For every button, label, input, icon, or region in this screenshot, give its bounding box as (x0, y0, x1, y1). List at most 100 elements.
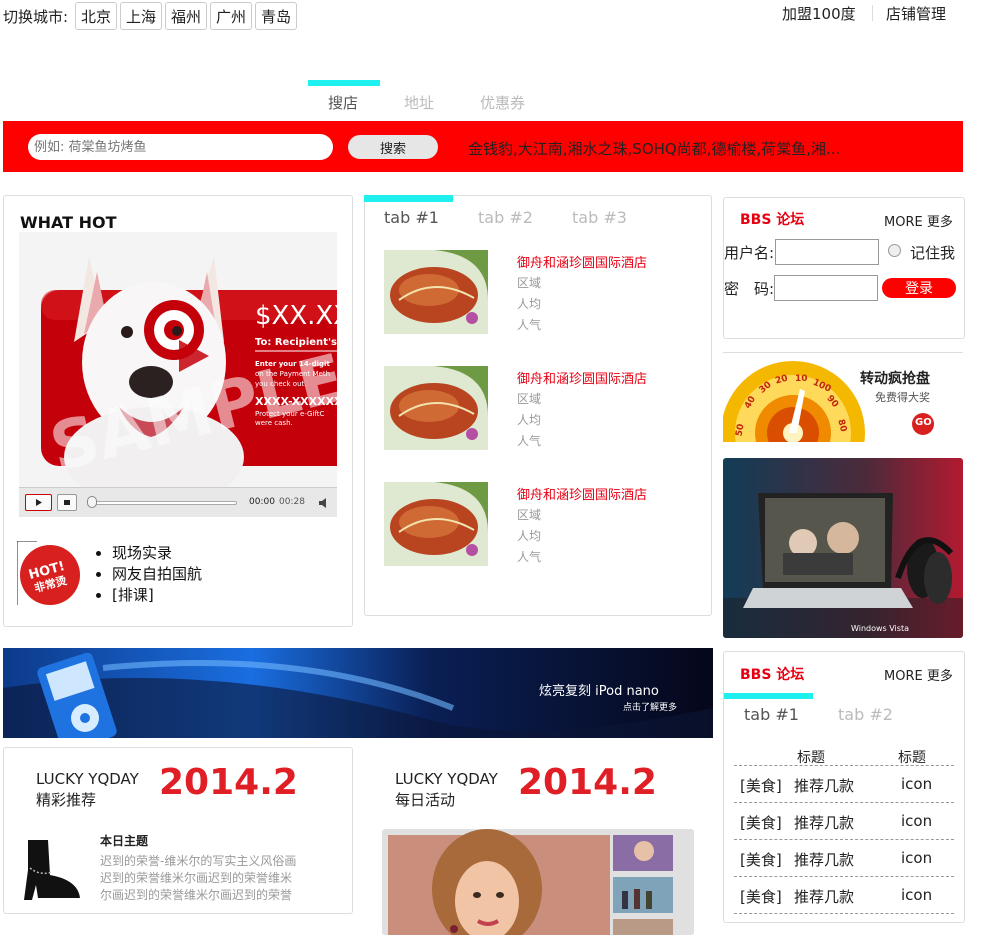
progress-track[interactable] (87, 501, 237, 505)
shop-manage-link[interactable]: 店铺管理 (886, 3, 946, 24)
food-thumbnail[interactable] (384, 366, 488, 450)
progress-handle[interactable] (87, 496, 97, 508)
remember-label: 记住我 (910, 244, 956, 262)
lucky-subtitle: 精彩推荐 (36, 791, 97, 809)
food-thumbnail[interactable] (384, 482, 488, 566)
table-row[interactable]: [美食] 推荐几款 icon (734, 766, 954, 803)
avg-label: 人均 (517, 413, 542, 427)
hot-badge-icon: HOT! 非常烫 (17, 541, 80, 605)
area-label: 区域 (517, 508, 542, 522)
video-controls: 00:00 00:28 (19, 487, 337, 517)
lucky-title: LUCKY YQDAY (36, 770, 139, 788)
row-icon: icon (901, 849, 933, 867)
area-label: 区域 (517, 392, 542, 406)
row-title[interactable]: 推荐几款 (794, 886, 854, 907)
table-row[interactable]: [美食] 推荐几款 icon (734, 803, 954, 840)
list-item[interactable]: 网友自拍国航 (112, 564, 202, 585)
row-title[interactable]: 推荐几款 (794, 775, 854, 796)
divider (872, 5, 873, 21)
activity-photos (388, 829, 673, 935)
go-button[interactable]: GO (915, 417, 932, 428)
row-tag: [美食] (740, 777, 782, 795)
popularity-label: 人气 (517, 318, 542, 332)
row-title[interactable]: 推荐几款 (794, 849, 854, 870)
wheel-ad-subtitle: 免费得大奖 (875, 391, 930, 404)
topic-title: 本日主题 (100, 834, 149, 848)
tab-coupon[interactable]: 优惠券 (480, 92, 525, 113)
tab-address[interactable]: 地址 (404, 92, 434, 113)
hot-list: 现场实录 网友自拍国航 [排课] (92, 543, 202, 606)
restaurant-meta: 区域 人均 人气 (517, 273, 541, 336)
play-button[interactable] (25, 494, 52, 511)
list-item[interactable]: [排课] (112, 585, 202, 606)
wheel-ad-title: 转动疯抢盘 (860, 371, 930, 387)
city-button-fuzhou[interactable]: 福州 (165, 2, 208, 30)
popularity-label: 人气 (517, 434, 542, 448)
laptop-ad-banner[interactable]: Windows Vista (723, 458, 963, 638)
city-button-qingdao[interactable]: 青岛 (255, 2, 298, 30)
windows-vista-caption: Windows Vista (851, 624, 909, 633)
play-icon (36, 499, 42, 506)
table-row[interactable]: [美食] 推荐几款 icon (734, 877, 954, 914)
city-switch-label: 切换城市: (3, 8, 69, 26)
stop-button[interactable] (57, 494, 77, 511)
more-link[interactable]: MORE 更多 (884, 211, 953, 230)
ipod-banner[interactable]: 炫亮复刻 iPod nano 点击了解更多 (3, 648, 713, 738)
activity-gallery (382, 829, 694, 935)
svg-text:10: 10 (795, 374, 808, 384)
hot-keywords[interactable]: 金钱豹,大江南,湘水之珠,SOHQ尚都,德榆楼,荷棠鱼,湘... (468, 138, 840, 159)
search-tab-indicator (308, 80, 380, 86)
volume-icon[interactable] (317, 496, 331, 510)
column-header: 标题 (797, 750, 825, 766)
avg-label: 人均 (517, 297, 542, 311)
tab-search-shop[interactable]: 搜店 (328, 92, 358, 113)
stop-icon (64, 500, 70, 505)
city-button-shanghai[interactable]: 上海 (120, 2, 163, 30)
video-poster: $XX.XX To: Recipient's Enter your 14-dig… (19, 232, 337, 507)
row-title[interactable]: 推荐几款 (794, 812, 854, 833)
boot-image[interactable] (18, 840, 82, 904)
tab-2[interactable]: tab #2 (838, 705, 893, 724)
more-link[interactable]: MORE 更多 (884, 665, 953, 684)
search-button[interactable]: 搜索 (348, 135, 438, 159)
row-tag: [美食] (740, 851, 782, 869)
remember-radio[interactable] (888, 244, 901, 257)
topic-description[interactable]: 迟到的荣誉-维米尔的写实主义风俗画迟到的荣誉维米尔画迟到的荣誉维米尔画迟到的荣誉… (100, 853, 300, 904)
tab-1[interactable]: tab #1 (744, 705, 799, 724)
tab-2[interactable]: tab #2 (478, 208, 533, 227)
search-input[interactable] (28, 134, 333, 160)
restaurant-name[interactable]: 御舟和涵珍圆国际酒店 (517, 484, 647, 503)
lucky-title: LUCKY YQDAY (395, 770, 498, 788)
password-label: 密 码: (724, 280, 775, 298)
restaurant-name[interactable]: 御舟和涵珍圆国际酒店 (517, 368, 647, 387)
join-link[interactable]: 加盟100度 (782, 3, 856, 24)
lucky-date: 2014.2 (159, 762, 298, 803)
list-item[interactable]: 现场实录 (112, 543, 202, 564)
price-text: $XX.XX (255, 301, 337, 331)
time-current: 00:00 (249, 497, 275, 507)
row-tag: [美食] (740, 814, 782, 832)
city-button-guangzhou[interactable]: 广州 (210, 2, 253, 30)
column-header: 标题 (898, 750, 926, 766)
lucky-subtitle: 每日活动 (395, 791, 456, 809)
what-hot-title: WHAT HOT (20, 213, 117, 232)
laptop-ad-graphic (723, 458, 963, 638)
video-player[interactable]: $XX.XX To: Recipient's Enter your 14-dig… (19, 232, 337, 517)
area-label: 区域 (517, 276, 542, 290)
tab-3[interactable]: tab #3 (572, 208, 627, 227)
login-button[interactable]: 登录 (882, 278, 956, 298)
wheel-ad-banner[interactable]: 50 40 30 20 10 100 90 80 转动疯抢盘 免费得大奖 GO (723, 352, 963, 442)
city-button-beijing[interactable]: 北京 (75, 2, 118, 30)
row-icon: icon (901, 775, 933, 793)
avg-label: 人均 (517, 529, 542, 543)
tab-indicator (724, 693, 813, 699)
tab-1[interactable]: tab #1 (384, 208, 439, 227)
username-input[interactable] (775, 239, 879, 265)
table-row[interactable]: [美食] 推荐几款 icon (734, 840, 954, 877)
row-tag: [美食] (740, 888, 782, 906)
lucky-date: 2014.2 (518, 762, 657, 803)
restaurant-name[interactable]: 御舟和涵珍圆国际酒店 (517, 252, 647, 271)
food-thumbnail[interactable] (384, 250, 488, 334)
password-input[interactable] (774, 275, 878, 301)
ipod-banner-text: 炫亮复刻 iPod nano (539, 684, 659, 699)
